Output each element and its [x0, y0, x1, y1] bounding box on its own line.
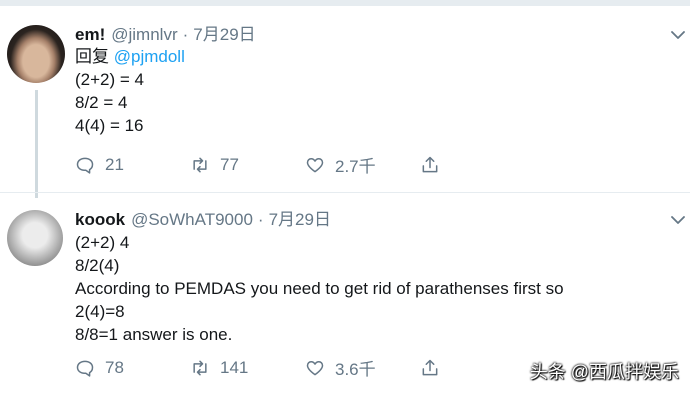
tweet-text-line: 8/2(4) [75, 256, 120, 275]
like-count: 3.6千 [335, 360, 376, 379]
source-watermark: 头条 @西瓜拌娱乐 [529, 362, 679, 382]
tweet-header: em! @jimnlvr · 7月29日 [75, 24, 675, 46]
tweet-text-line: (2+2) 4 [75, 233, 130, 252]
tweet: em! @jimnlvr · 7月29日 回复 @pjmdoll (2+2) =… [75, 24, 685, 176]
chevron-down-icon[interactable] [671, 213, 685, 227]
top-divider [0, 0, 690, 6]
tweet-text-line: 2(4)=8 [75, 302, 125, 321]
tweet-text-line: (2+2) = 4 [75, 70, 144, 89]
heart-icon [305, 155, 325, 175]
tweet-text: (2+2) 4 8/2(4) According to PEMDAS you n… [75, 231, 675, 346]
user-handle[interactable]: @jimnlvr [111, 24, 177, 46]
retweet-count: 141 [220, 357, 249, 377]
reply-count: 21 [105, 154, 124, 174]
retweet-count: 77 [220, 154, 239, 174]
retweet-icon [190, 358, 210, 378]
separator-dot: · [257, 210, 264, 229]
reply-prefix: 回复 [75, 47, 109, 66]
retweet-button[interactable]: 141 [190, 358, 305, 378]
tweet-actions: 21 77 2.7千 [75, 152, 440, 177]
replying-to: 回复 @pjmdoll [75, 46, 675, 68]
tweet: koook @SoWhAT9000 · 7月29日 (2+2) 4 8/2(4)… [75, 209, 685, 379]
tweet-text-line: 8/8=1 answer is one. [75, 325, 233, 344]
share-icon [420, 358, 440, 378]
share-button[interactable] [420, 358, 440, 378]
reply-button[interactable]: 21 [75, 155, 190, 175]
reply-icon [75, 358, 95, 378]
chevron-down-icon[interactable] [671, 28, 685, 42]
display-name[interactable]: em! [75, 24, 105, 46]
tweet-divider [0, 192, 690, 193]
tweet-actions: 78 141 3.6千 [75, 355, 440, 380]
retweet-icon [190, 155, 210, 175]
avatar[interactable] [7, 210, 63, 266]
heart-icon [305, 358, 325, 378]
tweet-date[interactable]: 7月29日 [269, 209, 331, 231]
like-button[interactable]: 2.7千 [305, 152, 420, 177]
separator-dot: · [182, 25, 189, 44]
like-button[interactable]: 3.6千 [305, 355, 420, 380]
tweet-text: (2+2) = 4 8/2 = 4 4(4) = 16 [75, 68, 675, 137]
tweet-text-line: According to PEMDAS you need to get rid … [75, 279, 564, 298]
user-handle[interactable]: @SoWhAT9000 [131, 209, 253, 231]
display-name[interactable]: koook [75, 209, 125, 231]
avatar[interactable] [7, 25, 65, 83]
retweet-button[interactable]: 77 [190, 155, 305, 175]
like-count: 2.7千 [335, 157, 376, 176]
thread-connector-line [35, 90, 38, 198]
reply-count: 78 [105, 357, 124, 377]
share-button[interactable] [420, 155, 440, 175]
tweet-text-line: 4(4) = 16 [75, 116, 144, 135]
tweet-header: koook @SoWhAT9000 · 7月29日 [75, 209, 675, 231]
share-icon [420, 155, 440, 175]
tweet-date[interactable]: 7月29日 [193, 24, 255, 46]
reply-button[interactable]: 78 [75, 358, 190, 378]
tweet-text-line: 8/2 = 4 [75, 93, 128, 112]
reply-icon [75, 155, 95, 175]
reply-mention-link[interactable]: @pjmdoll [114, 47, 185, 66]
